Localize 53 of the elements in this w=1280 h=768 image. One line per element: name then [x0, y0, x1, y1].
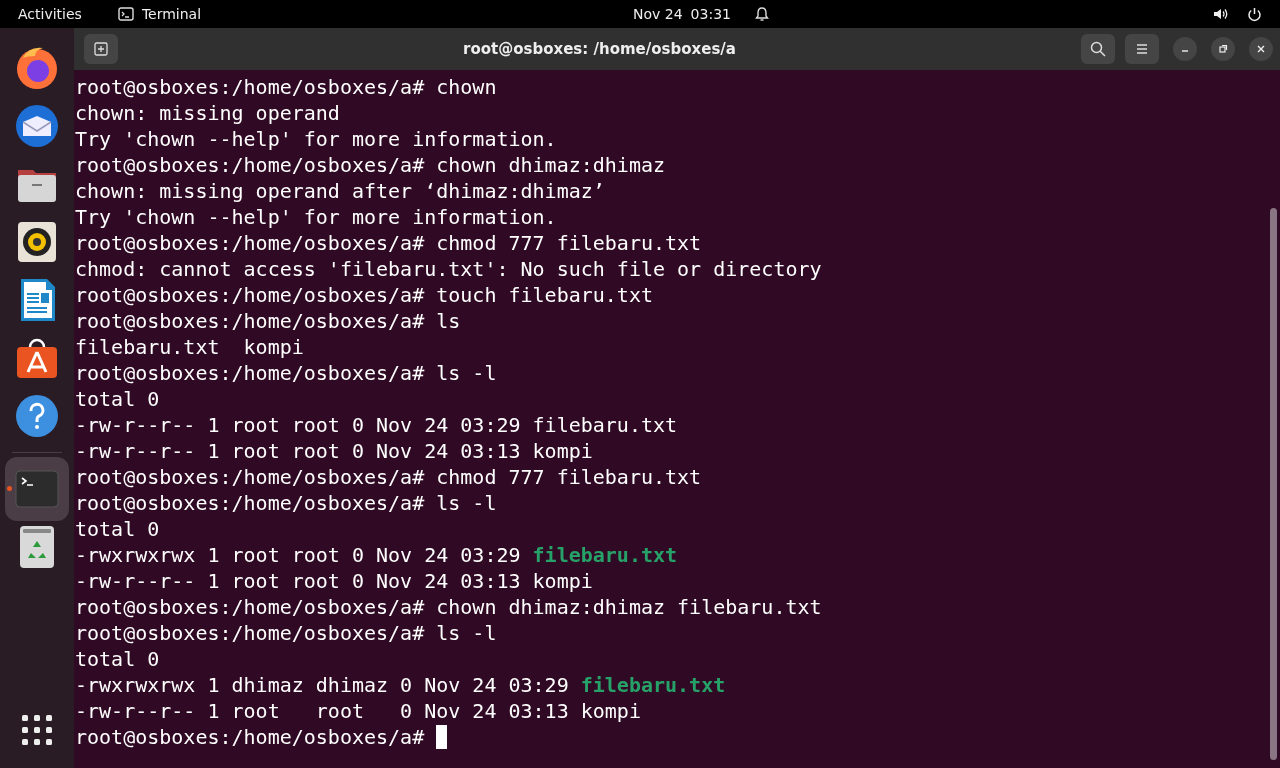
terminal-line: total 0 [75, 516, 160, 542]
scrollbar[interactable] [1270, 208, 1277, 760]
menu-icon [1135, 43, 1149, 55]
terminal-line: -rw-r--r-- 1 root root 0 Nov 24 03:13 kompi [75, 438, 593, 464]
terminal-line: root@osboxes:/home/osboxes/a# chown dhimaz:dhimaz filebaru.txt [75, 594, 822, 620]
terminal-line: -rw-r--r-- 1 root root 0 Nov 24 03:13 kompi [75, 698, 641, 724]
terminal-line: root@osboxes:/home/osboxes/a# chown dhimaz:dhimaz [75, 152, 665, 178]
terminal-line: total 0 [75, 646, 160, 672]
terminal-line: root@osboxes:/home/osboxes/a# chmod 777 filebaru.txt [75, 230, 702, 256]
menu-button[interactable] [1125, 34, 1159, 64]
minimize-button[interactable] [1173, 37, 1197, 61]
window-title: root@osboxes: /home/osboxes/a [462, 40, 737, 58]
executable-filename: filebaru.txt [532, 542, 678, 568]
terminal-icon [117, 7, 134, 21]
help-icon [13, 392, 61, 440]
terminal-line: root@osboxes:/home/osboxes/a# ls -l [75, 490, 497, 516]
terminal-line: root@osboxes:/home/osboxes/a# ls -l [75, 360, 497, 386]
terminal-line: -rw-r--r-- 1 root root 0 Nov 24 03:13 kompi [75, 568, 593, 594]
close-icon [1256, 44, 1266, 54]
terminal-line: root@osboxes:/home/osboxes/a# touch filebaru.txt [75, 282, 653, 308]
clock-time[interactable]: 03:31 [690, 6, 731, 22]
search-button[interactable] [1081, 34, 1115, 64]
terminal-line: -rw-r--r-- 1 root root 0 Nov 24 03:29 filebaru.txt [75, 412, 678, 438]
bell-icon [754, 6, 769, 22]
terminal-line: total 0 [75, 386, 160, 412]
terminal-line: root@osboxes:/home/osboxes/a# ls [75, 308, 461, 334]
terminal-line: root@osboxes:/home/osboxes/a# ls -l [75, 620, 497, 646]
terminal-line: root@osboxes:/home/osboxes/a# chown [75, 74, 497, 100]
executable-filename: filebaru.txt [580, 672, 726, 698]
app-grid-icon[interactable] [21, 714, 53, 746]
mail-client-icon [13, 102, 61, 150]
terminal-line: chown: missing operand [75, 100, 340, 126]
terminal-line: Try 'chown --help' for more information. [75, 126, 557, 152]
new-tab-icon [94, 42, 108, 56]
terminal-line: chmod: cannot access 'filebaru.txt': No such file or directory [75, 256, 822, 282]
terminal-line: filebaru.txt kompi [75, 334, 304, 360]
volume-icon[interactable] [1213, 7, 1229, 21]
terminal-line: Try 'chown --help' for more information. [75, 204, 557, 230]
terminal-line: root@osboxes:/home/osboxes/a# chmod 777 filebaru.txt [75, 464, 702, 490]
search-icon [1090, 41, 1106, 57]
activities-button[interactable]: Activities [18, 6, 82, 22]
terminal-line: chown: missing operand after ‘dhimaz:dhimaz’ [75, 178, 605, 204]
app-menu-label[interactable]: Terminal [141, 6, 202, 22]
terminal-line: -rwxrwxrwx 1 root root 0 Nov 24 03:29 [75, 542, 522, 568]
running-indicator [7, 486, 12, 491]
clock-date[interactable]: Nov 24 [633, 6, 683, 22]
terminal-line: -rwxrwxrwx 1 dhimaz dhimaz 0 Nov 24 03:29 [75, 672, 570, 698]
close-button[interactable] [1249, 37, 1273, 61]
power-icon[interactable] [1247, 6, 1262, 22]
maximize-button[interactable] [1211, 37, 1235, 61]
new-tab-button[interactable] [84, 34, 118, 64]
restore-icon [1218, 44, 1228, 54]
terminal-line: root@osboxes:/home/osboxes/a# [75, 724, 426, 750]
